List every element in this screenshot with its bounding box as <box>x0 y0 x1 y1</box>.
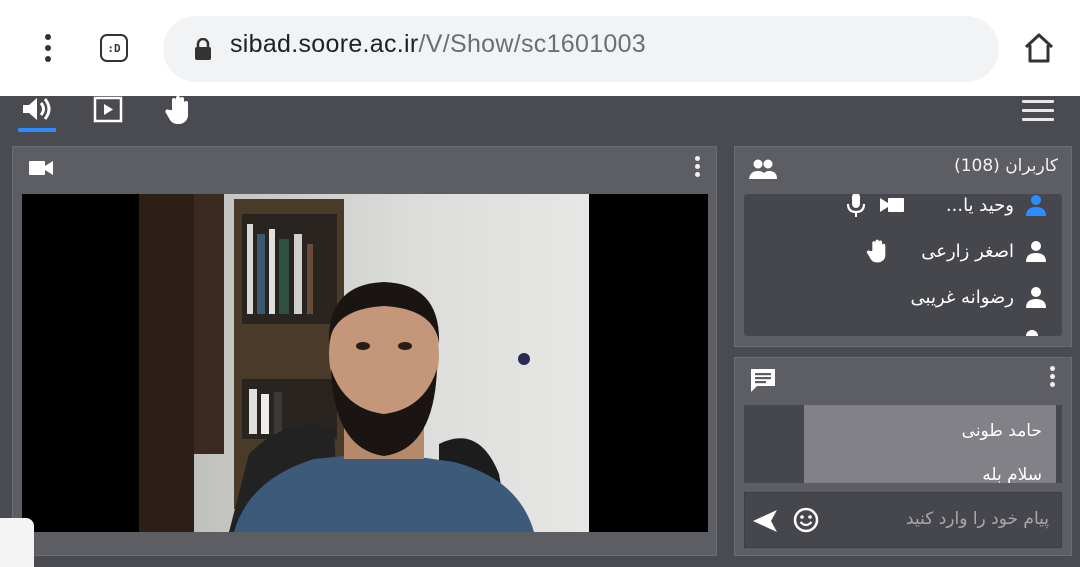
browser-toolbar: :D sibad.soore.ac.ir/V/Show/sc1601003 <box>0 0 1080 96</box>
videocam-icon <box>29 161 53 175</box>
chat-messages: حامد طونی سلام بله <box>744 405 1062 483</box>
chat-message: حامد طونی سلام بله <box>804 405 1056 483</box>
user-name: اصغر زارعی <box>921 240 1014 262</box>
screen-share-icon[interactable] <box>93 96 123 124</box>
user-name: رضوانه غریبی <box>910 286 1014 308</box>
url-host: sibad.soore.ac.ir <box>230 30 419 58</box>
raise-hand-icon <box>867 239 886 263</box>
person-icon <box>1026 241 1046 262</box>
webcam-scene <box>139 194 589 532</box>
raise-hand-icon[interactable] <box>163 94 195 126</box>
emoji-icon[interactable] <box>793 507 819 533</box>
user-row[interactable]: رضوانه غریبی <box>911 282 1048 312</box>
send-icon[interactable] <box>751 509 779 533</box>
chat-input[interactable]: پیام خود را وارد کنید <box>744 492 1062 548</box>
person-icon <box>1026 330 1038 336</box>
active-tab-indicator <box>18 128 56 132</box>
app-toolbar <box>0 96 1080 140</box>
lock-icon <box>195 38 211 60</box>
user-row[interactable]: وحید یا... <box>846 194 1048 220</box>
users-list: وحید یا... اصغر زارعی رضوانه غریبی <box>744 194 1062 336</box>
menu-icon[interactable] <box>1022 100 1054 122</box>
more-vert-icon[interactable] <box>695 156 701 180</box>
tab-switcher-icon[interactable]: :D <box>100 34 128 62</box>
mic-icon <box>846 194 866 217</box>
user-name: وحید یا... <box>945 194 1014 216</box>
url-path: /V/Show/sc1601003 <box>418 30 647 58</box>
people-icon <box>749 159 777 179</box>
more-vert-icon[interactable] <box>1050 366 1056 390</box>
person-icon <box>1026 287 1046 308</box>
chat-icon <box>751 369 775 392</box>
chat-author: حامد طونی <box>961 421 1042 441</box>
chat-input-placeholder: پیام خود را وارد کنید <box>906 509 1049 529</box>
chat-text: سلام بله <box>982 465 1042 483</box>
home-icon[interactable] <box>1022 32 1056 64</box>
webcam-video <box>139 194 589 532</box>
person-icon <box>1026 195 1046 216</box>
corner-tab[interactable] <box>0 518 34 567</box>
user-row[interactable]: اصغر زارعی <box>865 236 1048 266</box>
users-title: کاربران (108) <box>954 156 1058 176</box>
more-vert-icon[interactable] <box>36 34 60 64</box>
volume-icon[interactable] <box>20 96 54 122</box>
url-text[interactable]: sibad.soore.ac.ir/V/Show/sc1601003 <box>230 30 646 59</box>
videocam-icon <box>879 198 904 212</box>
